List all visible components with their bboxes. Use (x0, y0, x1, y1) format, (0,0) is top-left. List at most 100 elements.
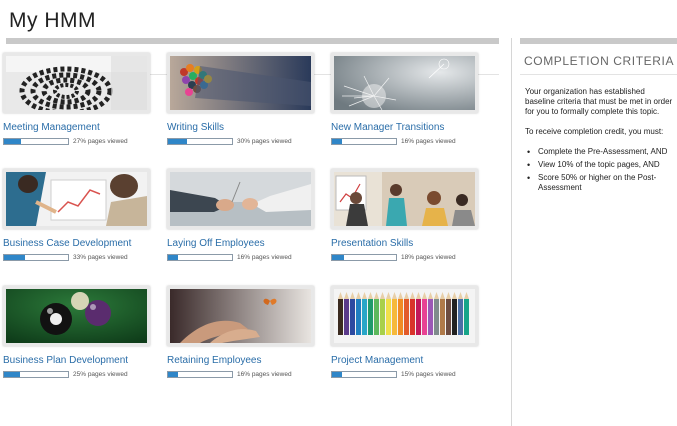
progress-label: 33% pages viewed (73, 254, 128, 261)
team-drawing-chart-image (6, 172, 147, 226)
pencil-shape (344, 299, 349, 335)
pencil-shape (416, 299, 421, 335)
topic-card: Meeting Management 27% pages viewed (3, 53, 150, 146)
progress-fill (332, 255, 344, 260)
meeting-presentation-image (334, 172, 475, 226)
criteria-item: View 10% of the topic pages, AND (527, 160, 673, 170)
pencil-shape (452, 299, 457, 335)
progress-label: 15% pages viewed (401, 371, 456, 378)
topic-card: Retaining Employees 16% pages viewed (167, 286, 314, 379)
progress-fill (168, 255, 179, 260)
pencil-shape (404, 299, 409, 335)
progress-fill (4, 255, 26, 260)
pencil-shape (428, 299, 433, 335)
progress-label: 25% pages viewed (73, 371, 128, 378)
spiral-binder-clips-image (6, 56, 147, 110)
topic-link[interactable]: Meeting Management (3, 122, 150, 133)
topic-link[interactable]: Writing Skills (167, 122, 314, 133)
pencil-shape (374, 299, 379, 335)
progress-bar (3, 138, 69, 145)
criteria-list: Complete the Pre-Assessment, AND View 10… (525, 147, 673, 193)
topic-link[interactable]: Project Management (331, 355, 478, 366)
topic-link[interactable]: Presentation Skills (331, 238, 478, 249)
topic-thumbnail-handshake-table[interactable] (167, 169, 314, 229)
completion-criteria-body: Your organization has established baseli… (520, 75, 677, 193)
topic-link[interactable]: Business Plan Development (3, 355, 150, 366)
hands-butterfly-image (170, 289, 311, 343)
topic-thumbnail-hands-butterfly[interactable] (167, 286, 314, 346)
topic-link[interactable]: New Manager Transitions (331, 122, 478, 133)
topic-thumbnail-dandelion-seeds[interactable] (331, 53, 478, 113)
progress-fill (4, 139, 22, 144)
progress-label: 18% pages viewed (401, 254, 456, 261)
progress-label: 16% pages viewed (237, 254, 292, 261)
topic-progress: 30% pages viewed (167, 137, 314, 146)
pencil-shape (386, 299, 391, 335)
pencil-shape (458, 299, 463, 335)
topic-thumbnail-team-drawing-chart[interactable] (3, 169, 150, 229)
column-divider (511, 38, 512, 426)
billiard-balls-image (6, 289, 147, 343)
progress-fill (168, 139, 188, 144)
dandelion-seeds-image (334, 56, 475, 110)
topic-progress: 33% pages viewed (3, 253, 150, 262)
topic-progress: 25% pages viewed (3, 370, 150, 379)
pencil-shape (350, 299, 355, 335)
progress-label: 27% pages viewed (73, 138, 128, 145)
pencil-shape (422, 299, 427, 335)
pencil-shape (392, 299, 397, 335)
topic-progress: 16% pages viewed (167, 253, 314, 262)
topic-link[interactable]: Retaining Employees (167, 355, 314, 366)
criteria-item: Score 50% or higher on the Post-Assessme… (527, 173, 673, 193)
topic-thumbnail-spiral-binder-clips[interactable] (3, 53, 150, 113)
completion-criteria-section: COMPLETION CRITERIA Your organization ha… (520, 38, 677, 196)
topic-link[interactable]: Business Case Development (3, 238, 150, 249)
completion-criteria-heading: COMPLETION CRITERIA (520, 44, 677, 75)
topic-progress: 18% pages viewed (331, 253, 478, 262)
progress-label: 30% pages viewed (237, 138, 292, 145)
pencil-shape (380, 299, 385, 335)
progress-bar (331, 138, 397, 145)
topic-card: Project Management 15% pages viewed (331, 286, 478, 379)
pencil-shape (464, 299, 469, 335)
pencil-shape (440, 299, 445, 335)
handshake-table-image (170, 172, 311, 226)
topic-thumbnail-meeting-presentation[interactable] (331, 169, 478, 229)
topic-card: Presentation Skills 18% pages viewed (331, 169, 478, 262)
colored-pencils-bundle-image (170, 56, 311, 110)
topic-thumbnail-colored-pencils-bundle[interactable] (167, 53, 314, 113)
progress-bar (167, 138, 233, 145)
topic-progress: 16% pages viewed (331, 137, 478, 146)
pencil-shape (356, 299, 361, 335)
topic-progress: 16% pages viewed (167, 370, 314, 379)
progress-bar (331, 371, 397, 378)
progress-bar (331, 254, 397, 261)
pencil-shape (338, 299, 343, 335)
topic-link[interactable]: Laying Off Employees (167, 238, 314, 249)
progress-fill (4, 372, 20, 377)
progress-bar (3, 254, 69, 261)
topic-card: Business Plan Development 25% pages view… (3, 286, 150, 379)
topic-card: Business Case Development 33% pages view… (3, 169, 150, 262)
colored-pencils-row-image (334, 289, 475, 343)
pencil-shape (410, 299, 415, 335)
topic-progress: 27% pages viewed (3, 137, 150, 146)
topic-card: New Manager Transitions 16% pages viewed (331, 53, 478, 146)
progress-bar (167, 254, 233, 261)
topic-thumbnail-colored-pencils-row[interactable] (331, 286, 478, 346)
progress-fill (332, 139, 343, 144)
progress-label: 16% pages viewed (237, 371, 292, 378)
pencil-shape (446, 299, 451, 335)
topic-card: Writing Skills 30% pages viewed (167, 53, 314, 146)
pencil-shape (398, 299, 403, 335)
pencil-shape (434, 299, 439, 335)
criteria-lead: To receive completion credit, you must: (525, 127, 664, 136)
progress-bar (3, 371, 69, 378)
topic-thumbnail-billiard-balls[interactable] (3, 286, 150, 346)
progress-fill (168, 372, 179, 377)
progress-bar (167, 371, 233, 378)
page-title: My HMM (9, 9, 96, 32)
pencil-shape (362, 299, 367, 335)
topic-card: Laying Off Employees 16% pages viewed (167, 169, 314, 262)
progress-fill (332, 372, 342, 377)
